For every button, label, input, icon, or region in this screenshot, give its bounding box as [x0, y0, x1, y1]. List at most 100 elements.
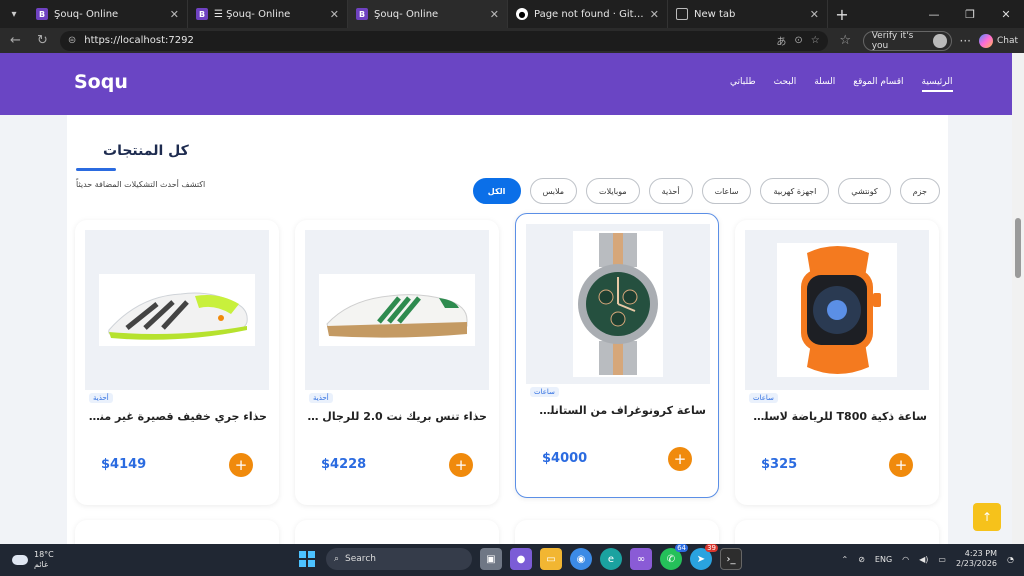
battery-icon[interactable]: ▭ — [938, 555, 946, 564]
filter-mobiles[interactable]: موبايلات — [586, 178, 640, 204]
close-icon[interactable]: ✕ — [650, 8, 659, 21]
language-indicator[interactable]: ENG — [875, 555, 892, 564]
windows-start-icon[interactable] — [296, 548, 318, 570]
more-menu-icon[interactable]: ··· — [960, 34, 971, 48]
page-scrollbar[interactable] — [1012, 53, 1024, 544]
chat-label: Chat — [996, 35, 1018, 46]
terminal-icon[interactable]: ›_ — [720, 548, 742, 570]
filter-clothes[interactable]: ملابس — [529, 178, 578, 204]
new-tab-button[interactable]: + — [828, 5, 856, 24]
weather-widget[interactable]: 18°C غائم — [12, 550, 54, 570]
task-view-icon[interactable]: ▣ — [480, 548, 502, 570]
filter-konshi[interactable]: كونتشي — [838, 178, 891, 204]
product-image[interactable] — [745, 230, 929, 390]
nav-categories[interactable]: اقسام الموقع — [853, 77, 903, 92]
category-text: أحذية — [309, 393, 333, 403]
teams-icon[interactable]: ● — [510, 548, 532, 570]
telegram-icon[interactable]: ➤ 39 — [690, 544, 718, 570]
add-to-cart-button[interactable]: + — [449, 453, 473, 477]
edge-icon[interactable]: e — [600, 548, 622, 570]
copilot-chat-button[interactable]: Chat — [978, 33, 1018, 48]
page-viewport: Soqu الرئيسية اقسام الموقع السلة البحث ط… — [0, 53, 1012, 544]
refresh-icon[interactable]: ↻ — [33, 33, 52, 48]
visual-studio-icon[interactable]: ∞ — [630, 548, 652, 570]
close-icon[interactable]: ✕ — [170, 8, 179, 21]
nav-cart[interactable]: السلة — [814, 77, 835, 92]
browser-tab-5[interactable]: New tab ✕ — [668, 0, 828, 28]
browser-tab-4[interactable]: ● Page not found · GitHub ✕ — [508, 0, 668, 28]
address-bar[interactable]: ⊜ https://localhost:7292 あ ⊙ ☆ — [59, 30, 828, 51]
product-card-partial[interactable] — [295, 520, 499, 544]
translate-icon[interactable]: あ — [776, 33, 786, 48]
browser-tab-1[interactable]: B Şouq- Online ✕ — [28, 0, 188, 28]
close-icon[interactable]: ✕ — [490, 8, 499, 21]
product-name[interactable]: ساعة ذكية T800 للرياضة لاسلكي مع شاحن — [747, 410, 927, 423]
verify-label: Verify it's you — [871, 30, 914, 51]
nav-orders[interactable]: طلباتي — [730, 77, 756, 92]
product-card[interactable]: ساعات ساعة كرونوغراف من الستانلس ستيل لل… — [515, 213, 719, 498]
no-location-icon[interactable]: ⊘ — [858, 555, 865, 564]
add-to-cart-button[interactable]: + — [668, 447, 692, 471]
product-card-partial[interactable] — [75, 520, 279, 544]
window-controls: — ❐ ✕ — [916, 0, 1024, 28]
product-name[interactable]: حذاء تنس بريك نت 2.0 للرجال من اديداس — [307, 410, 487, 423]
address-toolbar: ← ↻ ⊜ https://localhost:7292 あ ⊙ ☆ ☆ Ver… — [0, 28, 1024, 53]
product-category-badge: أحذية — [89, 393, 279, 403]
product-image[interactable] — [305, 230, 489, 390]
more-page-icon[interactable]: ⊙ — [794, 35, 802, 46]
tab-actions-chevron-icon[interactable]: ▾ — [0, 0, 28, 28]
plus-icon: + — [673, 450, 687, 468]
nav-home[interactable]: الرئيسية — [921, 77, 953, 92]
browser-tab-3[interactable]: B Şouq- Online ✕ — [348, 0, 508, 28]
volume-icon[interactable]: ◀) — [919, 555, 928, 564]
back-arrow-icon[interactable]: ← — [6, 33, 25, 48]
scroll-to-top-button[interactable]: ↑ — [973, 503, 1001, 531]
product-card-partial[interactable] — [735, 520, 939, 544]
scrollbar-thumb[interactable] — [1015, 218, 1021, 278]
browser-tab-2[interactable]: B ☰ Şouq- Online ✕ — [188, 0, 348, 28]
product-card[interactable]: أحذية حذاء جري خفيف قصيرة غير مناسب لكرة… — [75, 220, 279, 505]
taskbar-search[interactable]: ⌕ Search — [326, 548, 472, 570]
filter-footwear[interactable]: أحذية — [648, 178, 693, 204]
favorite-star-icon[interactable]: ☆ — [811, 35, 820, 46]
close-icon[interactable]: ✕ — [810, 8, 819, 21]
product-card[interactable]: ساعات ساعة ذكية T800 للرياضة لاسلكي مع ش… — [735, 220, 939, 505]
restore-icon[interactable]: ❐ — [952, 0, 988, 28]
add-to-cart-button[interactable]: + — [889, 453, 913, 477]
clock[interactable]: 4:23 PM 2/23/2026 — [956, 549, 997, 569]
filter-watches[interactable]: ساعات — [701, 178, 752, 204]
product-card-partial[interactable] — [515, 520, 719, 544]
weather-condition: غائم — [34, 560, 49, 569]
wifi-icon[interactable]: ◠ — [902, 555, 909, 564]
nav-search[interactable]: البحث — [774, 77, 797, 92]
plus-icon: + — [454, 456, 468, 474]
tab-title: Page not found · GitHub — [534, 8, 644, 20]
notification-bell-icon[interactable]: ◔ — [1007, 555, 1014, 564]
add-to-cart-button[interactable]: + — [229, 453, 253, 477]
minimize-icon[interactable]: — — [916, 0, 952, 28]
product-name[interactable]: ساعة كرونوغراف من الستانلس ستيل للرجال ب… — [528, 404, 706, 417]
verify-profile-button[interactable]: Verify it's you — [862, 30, 952, 51]
product-image[interactable] — [85, 230, 269, 390]
whatsapp-icon[interactable]: ✆ 64 — [660, 544, 688, 570]
filter-shoes-jazm[interactable]: جزم — [899, 178, 940, 204]
search-label: Search — [345, 554, 376, 564]
product-image[interactable] — [526, 224, 710, 384]
product-name[interactable]: حذاء جري خفيف قصيرة غير مناسب لكرة القدم… — [87, 410, 267, 423]
tab-title: New tab — [694, 8, 736, 20]
close-window-icon[interactable]: ✕ — [988, 0, 1024, 28]
tennis-shoe-image — [319, 274, 475, 346]
notification-badge: 64 — [675, 544, 688, 552]
site-logo[interactable]: Soqu — [74, 71, 128, 93]
file-explorer-icon[interactable]: ▭ — [540, 548, 562, 570]
favorites-icon[interactable]: ☆ — [836, 33, 855, 48]
site-info-icon[interactable]: ⊜ — [68, 35, 76, 46]
close-icon[interactable]: ✕ — [330, 8, 339, 21]
title-underline — [76, 168, 116, 171]
product-card[interactable]: أحذية حذاء تنس بريك نت 2.0 للرجال من ادي… — [295, 220, 499, 505]
chrome-icon[interactable]: ◉ — [570, 548, 592, 570]
filter-all[interactable]: الكل — [472, 178, 521, 204]
filter-electronics[interactable]: اجهزة كهربية — [760, 178, 830, 204]
chevron-up-icon[interactable]: ⌃ — [842, 555, 849, 564]
url-text: https://localhost:7292 — [84, 35, 194, 46]
